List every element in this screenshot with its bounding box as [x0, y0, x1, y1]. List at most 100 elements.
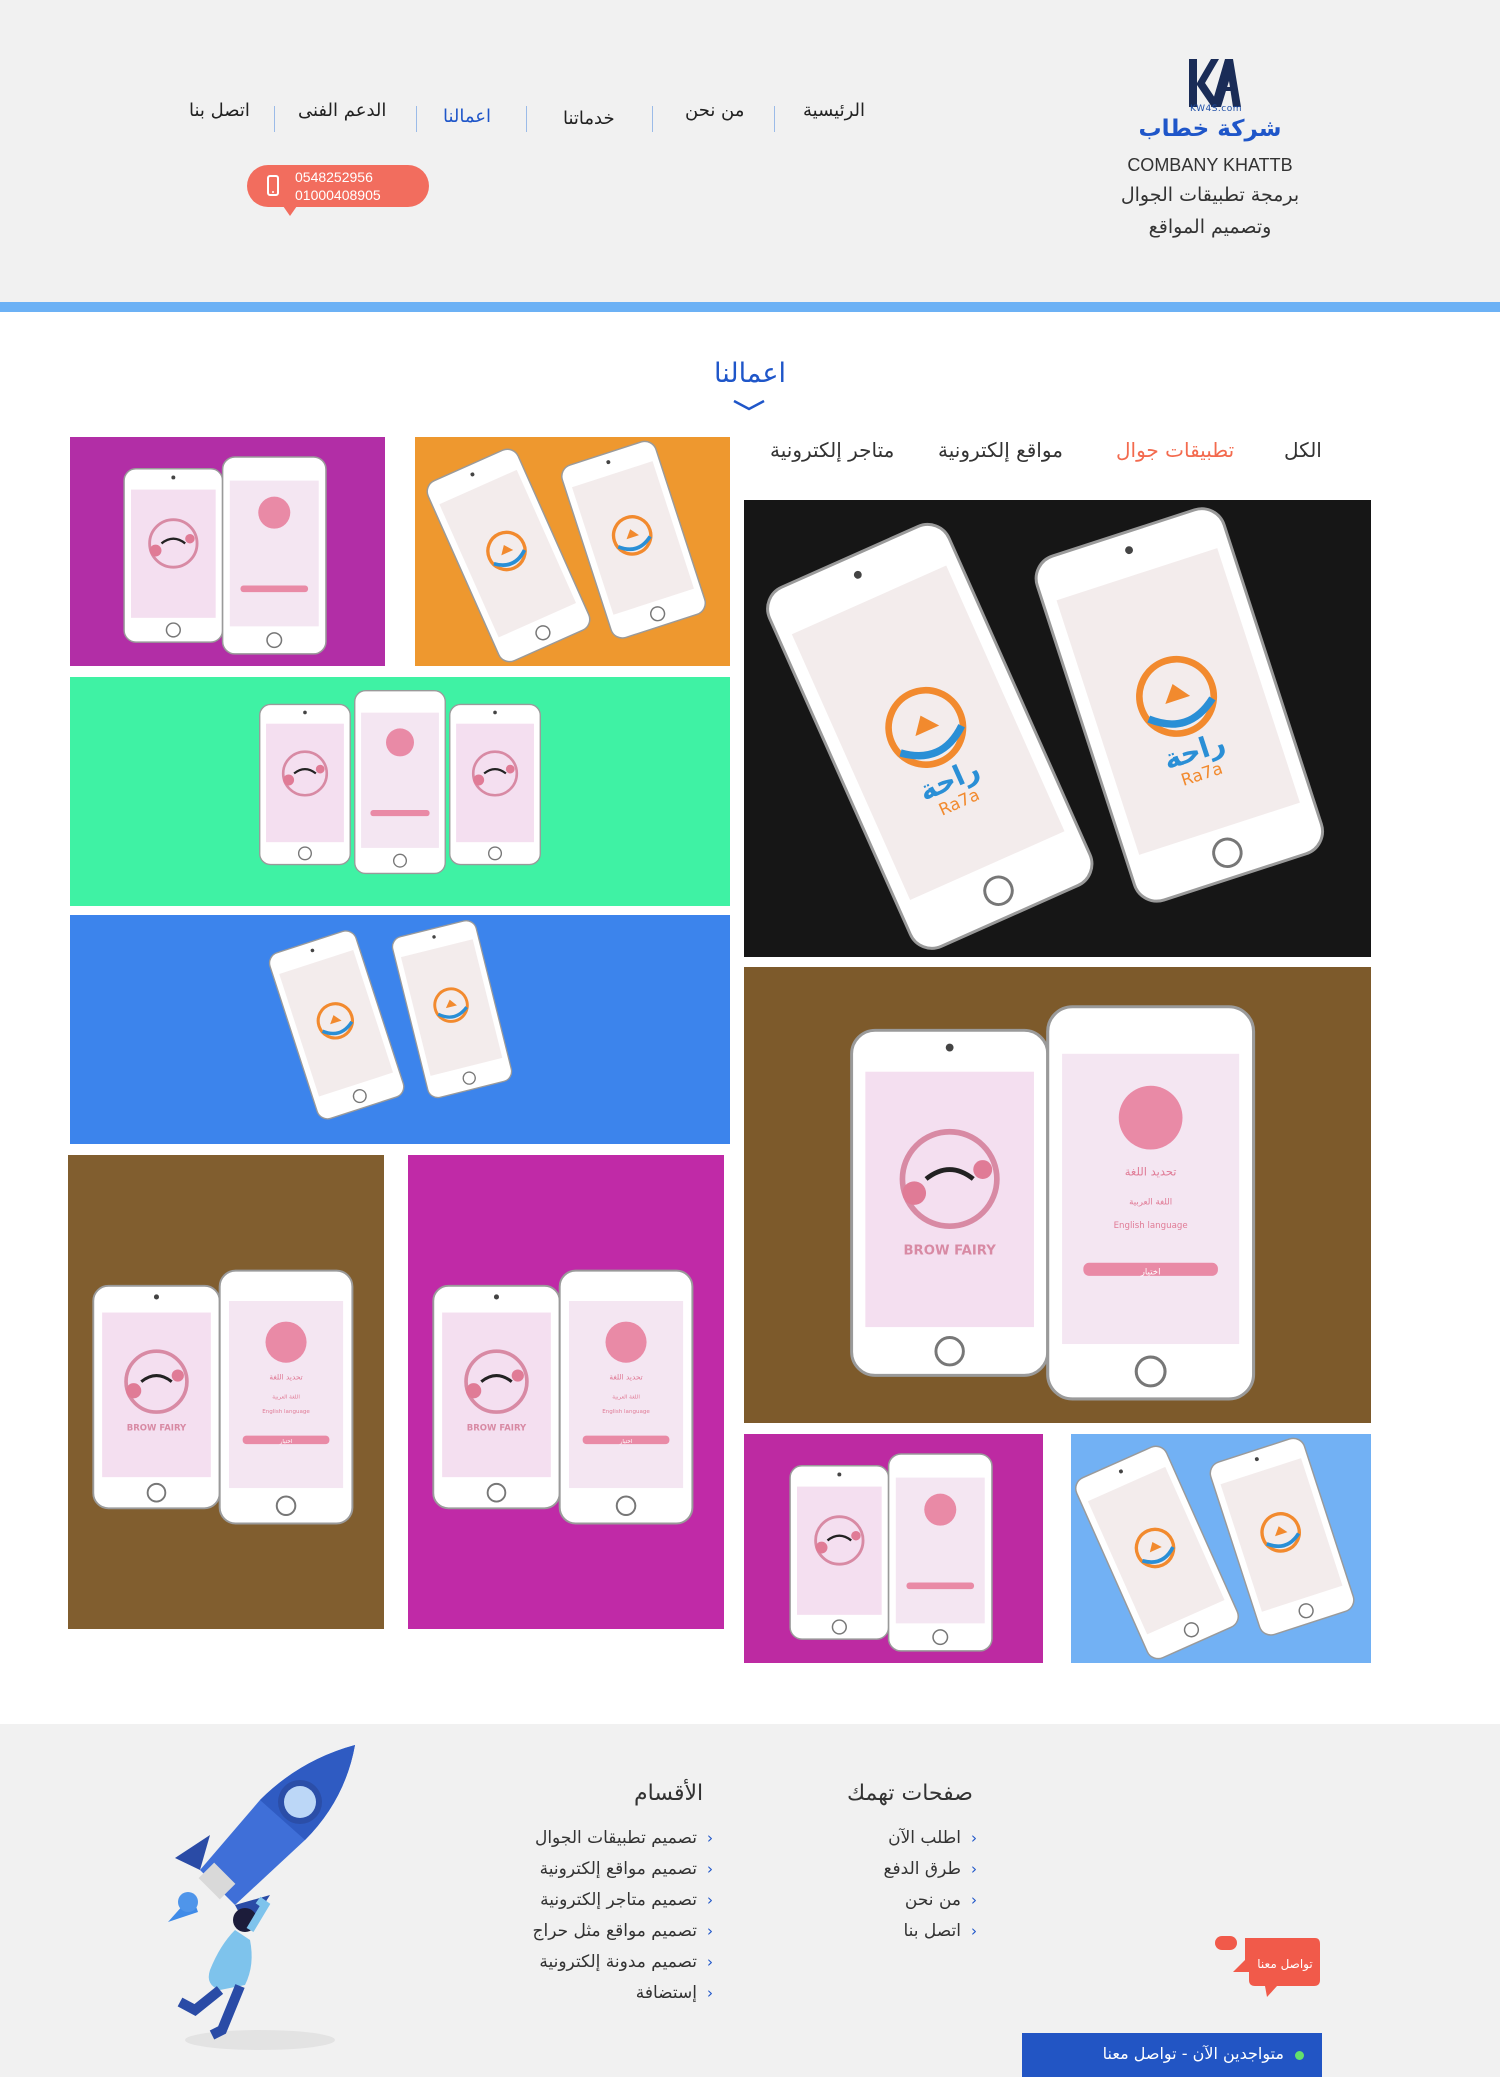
svg-text:اللغة العربية: اللغة العربية	[272, 1394, 300, 1400]
portfolio-mockup-image: BROW FAIRY تحديد اللغة اللغة العربية Englis…	[68, 1155, 384, 1629]
nav-item-about[interactable]: من نحن	[685, 100, 744, 121]
svg-text:اللغة العربية: اللغة العربية	[1129, 1198, 1172, 1208]
nav-item-home[interactable]: الرئيسية	[803, 100, 865, 121]
nav-item-services[interactable]: خدماتنا	[563, 108, 615, 129]
translate-icon	[258, 496, 291, 529]
portfolio-item[interactable]	[70, 915, 730, 1144]
portfolio-mockup-image	[415, 437, 730, 666]
chevron-left-icon: ‹	[707, 1922, 713, 1940]
translate-icon	[1118, 1085, 1183, 1150]
footer-pages-title: صفحات تهمك	[847, 1781, 973, 1806]
filter-tab-websites[interactable]: مواقع إلكترونية	[938, 438, 1063, 462]
main-nav: الرئيسية من نحن خدماتنا اعمالنا الدعم ال…	[0, 100, 1500, 140]
chevron-left-icon: ‹	[707, 1829, 713, 1847]
portfolio-item[interactable]	[744, 1434, 1043, 1663]
chevron-left-icon: ‹	[707, 1953, 713, 1971]
portfolio-item[interactable]	[1071, 1434, 1371, 1663]
translate-icon	[605, 1321, 647, 1363]
footer-link-contact[interactable]: ‹اتصل بنا	[903, 1921, 977, 1941]
contact-phones-badge[interactable]: 0548252956 01000408905	[247, 165, 429, 216]
footer-link-section[interactable]: ‹تصميم مواقع إلكترونية	[540, 1859, 713, 1879]
portfolio-mockup-image: راحةRa7aراحةRa7a	[744, 500, 1371, 957]
svg-text:تحديد اللغة: تحديد اللغة	[1125, 1165, 1177, 1179]
brow-fairy-app-name: BROW FAIRY	[467, 1423, 527, 1433]
chevron-left-icon: ‹	[707, 1891, 713, 1909]
svg-text:اختيار: اختيار	[619, 1439, 633, 1445]
brow-fairy-app-name: BROW FAIRY	[127, 1423, 187, 1433]
brow-fairy-app-name: BROW FAIRY	[903, 1244, 996, 1259]
chevron-left-icon: ‹	[707, 1984, 713, 2002]
footer-link-section[interactable]: ‹تصميم متاجر إلكترونية	[540, 1890, 713, 1910]
rocket-illustration	[168, 1745, 355, 2050]
chevron-left-icon: ‹	[971, 1922, 977, 1940]
footer-link-payment[interactable]: ‹طرق الدفع	[883, 1859, 977, 1879]
svg-text:تحديد اللغة: تحديد اللغة	[269, 1373, 302, 1382]
choose-button	[370, 810, 430, 817]
footer-link-section[interactable]: ‹تصميم مدونة إلكترونية	[539, 1952, 713, 1972]
footer-link-section[interactable]: ‹تصميم تطبيقات الجوال	[535, 1828, 713, 1848]
nav-divider	[274, 106, 275, 132]
online-status-icon	[1295, 2051, 1304, 2060]
phone-mockup: تحديد اللغة اللغة العربية English language…	[1046, 1005, 1256, 1401]
phone-mockup	[887, 1453, 993, 1652]
portfolio-item[interactable]: راحة Ra7a راحة Ra7a	[744, 500, 1371, 957]
footer-link-about[interactable]: ‹من نحن	[905, 1890, 977, 1910]
chevron-left-icon: ‹	[971, 1829, 977, 1847]
filter-tab-online-stores[interactable]: متاجر إلكترونية	[770, 438, 894, 462]
translate-icon	[265, 1321, 307, 1363]
header-accent-bar	[0, 302, 1500, 312]
portfolio-item[interactable]: BROW FAIRY تحديد اللغة اللغة العربية Englis…	[744, 967, 1371, 1423]
phone-mockup	[354, 690, 446, 875]
portfolio-item[interactable]	[70, 437, 385, 666]
portfolio-item[interactable]: BROW FAIRY تحديد اللغة اللغة العربية Englis…	[408, 1155, 724, 1629]
portfolio-mockup-image: BROW FAIRY تحديد اللغة اللغة العربية Englis…	[744, 967, 1371, 1423]
nav-item-contact[interactable]: اتصل بنا	[189, 100, 250, 121]
phone-mockup	[123, 468, 224, 643]
portfolio-mockup-image	[70, 915, 730, 1144]
chevron-left-icon: ‹	[971, 1860, 977, 1878]
nav-item-portfolio[interactable]: اعمالنا	[443, 106, 491, 127]
footer-link-order-now[interactable]: ‹اطلب الآن	[888, 1828, 977, 1848]
portfolio-item[interactable]: BROW FAIRY تحديد اللغة اللغة العربية Englis…	[68, 1155, 384, 1629]
phone-mockup	[221, 456, 327, 655]
choose-button	[906, 1582, 975, 1590]
portfolio-mockup-image	[70, 677, 730, 906]
contact-us-bubble[interactable]: تواصل معنا	[1215, 1936, 1320, 1998]
footer-link-section[interactable]: ‹إستضافة	[636, 1983, 713, 2003]
nav-divider	[652, 106, 653, 132]
brand-tagline-2: وتصميم المواقع	[1148, 216, 1272, 238]
nav-divider	[416, 106, 417, 132]
filter-tab-all[interactable]: الكل	[1284, 438, 1322, 462]
svg-text:English language: English language	[262, 1409, 310, 1415]
phone-mockup	[789, 1465, 890, 1640]
chevron-down-icon	[733, 399, 765, 411]
portfolio-item[interactable]	[70, 677, 730, 906]
nav-divider	[774, 106, 775, 132]
filter-tab-mobile-apps[interactable]: تطبيقات جوال	[1116, 438, 1234, 462]
portfolio-mockup-image	[70, 437, 385, 666]
nav-item-support[interactable]: الدعم الفنى	[298, 100, 386, 121]
portfolio-mockup-image	[744, 1434, 1043, 1663]
nav-divider	[526, 106, 527, 132]
live-chat-bar[interactable]: متواجدين الآن - تواصل معنا	[1022, 2033, 1322, 2077]
svg-text:English language: English language	[1114, 1221, 1188, 1231]
phone-mockup: BROW FAIRY	[92, 1284, 221, 1510]
phone-mockup: تحديد اللغة اللغة العربية English language…	[218, 1269, 354, 1525]
svg-text:تواصل معنا: تواصل معنا	[1257, 1957, 1312, 1972]
portfolio-item[interactable]	[415, 437, 730, 666]
svg-text:اللغة العربية: اللغة العربية	[612, 1394, 640, 1400]
translate-icon	[385, 728, 415, 757]
phone-mockup: تحديد اللغة اللغة العربية English language…	[558, 1269, 694, 1525]
phone-mockup: BROW FAIRY	[432, 1284, 561, 1510]
footer-sections-title: الأقسام	[634, 1781, 704, 1806]
svg-text:English language: English language	[602, 1409, 650, 1415]
footer-link-section[interactable]: ‹تصميم مواقع مثل حراج	[533, 1921, 713, 1941]
site-header: KW4S.com شركة خطاب COMBANY KHATTB برمجة …	[0, 0, 1500, 302]
portfolio-title: اعمالنا	[713, 358, 787, 389]
portfolio-mockup-image: BROW FAIRY تحديد اللغة اللغة العربية Englis…	[408, 1155, 724, 1629]
phone-number-1[interactable]: 0548252956	[295, 169, 373, 185]
phone-mockup: BROW FAIRY	[850, 1028, 1050, 1377]
phone-number-2[interactable]: 01000408905	[295, 187, 381, 203]
brand-tagline-1: برمجة تطبيقات الجوال	[1120, 184, 1300, 206]
svg-text:تحديد اللغة: تحديد اللغة	[609, 1373, 642, 1382]
